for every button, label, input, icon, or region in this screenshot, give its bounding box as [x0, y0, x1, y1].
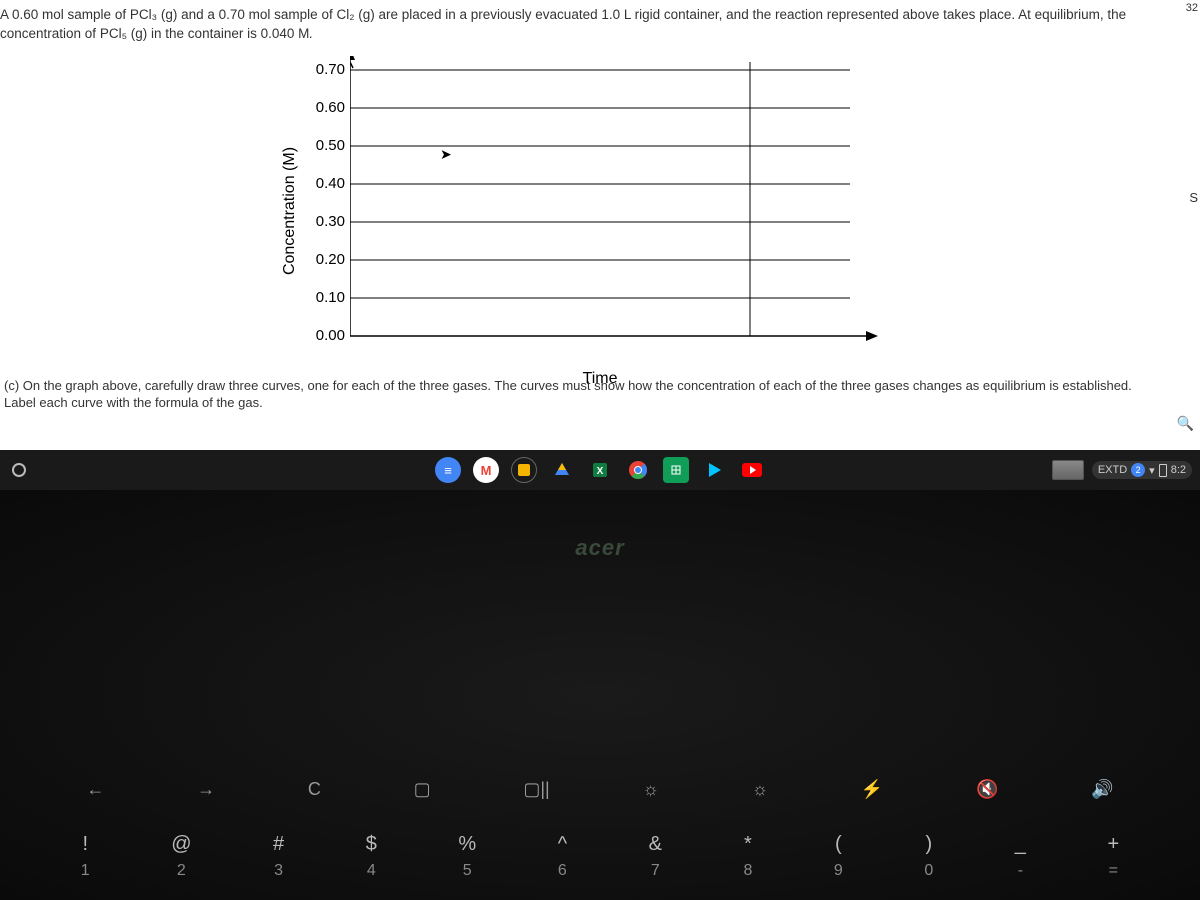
- problem-statement: A 0.60 mol sample of PCl₃ (g) and a 0.70…: [0, 0, 1200, 46]
- system-tray[interactable]: EXTD 2 ▾ 8:2: [1052, 460, 1192, 480]
- key-minus[interactable]: _-: [1015, 833, 1026, 880]
- display-mode-badge: EXTD 2 ▾ 8:2: [1092, 461, 1192, 479]
- worksheet-content: 32 A 0.60 mol sample of PCl₃ (g) and a 0…: [0, 0, 1200, 450]
- excel-app-icon[interactable]: X: [587, 457, 613, 483]
- wifi-icon: ▾: [1149, 464, 1155, 477]
- chrome-app-icon[interactable]: [625, 457, 651, 483]
- function-key-row: ← → C ▢ ▢|| ☼ ☼ ⚡ 🔇 🔊: [0, 779, 1200, 800]
- cursor-icon: ➤: [440, 146, 452, 163]
- key-3[interactable]: #3: [273, 833, 284, 880]
- ytick-4: 0.30: [305, 213, 345, 230]
- key-7[interactable]: &7: [649, 833, 662, 880]
- docs-app-icon[interactable]: ≡: [435, 457, 461, 483]
- ytick-6: 0.10: [305, 289, 345, 306]
- shelf-apps: ≡ M X: [435, 457, 765, 483]
- key-4[interactable]: $4: [366, 833, 377, 880]
- notification-count: 2: [1131, 463, 1145, 477]
- overview-key[interactable]: ▢||: [523, 779, 549, 800]
- number-key-row: !1 @2 #3 $4 %5 ^6 &7 *8 (9 )0 _- +=: [0, 833, 1200, 880]
- volume-down-key[interactable]: 🔇: [976, 779, 998, 800]
- key-6[interactable]: ^6: [558, 833, 567, 880]
- ytick-1: 0.60: [305, 99, 345, 116]
- ytick-2: 0.50: [305, 137, 345, 154]
- key-2[interactable]: @2: [171, 833, 191, 880]
- play-app-icon[interactable]: [701, 457, 727, 483]
- brightness-down-key[interactable]: ☼: [642, 779, 659, 800]
- ytick-5: 0.20: [305, 251, 345, 268]
- chromeos-shelf: ≡ M X EXTD 2 ▾ 8:2: [0, 450, 1200, 490]
- chart-axes: [350, 56, 880, 356]
- key-0[interactable]: )0: [924, 833, 933, 880]
- key-1[interactable]: !1: [81, 833, 90, 880]
- youtube-app-icon[interactable]: [739, 457, 765, 483]
- launcher-button[interactable]: [0, 451, 38, 489]
- concentration-chart: Concentration (M) Time 0.70 0.60 0.50 0.…: [300, 56, 900, 366]
- brightness-up-key[interactable]: ☼: [752, 779, 769, 800]
- back-key[interactable]: ←: [86, 779, 104, 800]
- clock: 8:2: [1171, 464, 1186, 476]
- battery-icon: [1159, 464, 1167, 477]
- drive-app-icon[interactable]: [549, 457, 575, 483]
- key-8[interactable]: *8: [743, 833, 752, 880]
- page-number: 32: [1186, 2, 1198, 14]
- side-label: S: [1189, 190, 1198, 205]
- gmail-app-icon[interactable]: M: [473, 457, 499, 483]
- mute-key[interactable]: ⚡: [861, 779, 883, 800]
- key-equals[interactable]: +=: [1107, 833, 1119, 880]
- laptop-chassis: acer ← → C ▢ ▢|| ☼ ☼ ⚡ 🔇 🔊 !1 @2 #3 $4 %…: [0, 490, 1200, 900]
- fullscreen-key[interactable]: ▢: [414, 779, 431, 800]
- x-axis-label: Time: [583, 370, 618, 388]
- svg-text:X: X: [597, 466, 604, 477]
- brand-logo: acer: [575, 535, 624, 561]
- keyboard-icon: [1052, 460, 1084, 480]
- ytick-0: 0.70: [305, 61, 345, 78]
- launcher-icon: [12, 463, 26, 477]
- forward-key[interactable]: →: [197, 779, 215, 800]
- key-9[interactable]: (9: [834, 833, 843, 880]
- y-axis-label: Concentration (M): [281, 147, 299, 275]
- sheets-app-icon[interactable]: [663, 457, 689, 483]
- zoom-icon[interactable]: 🔍: [1177, 415, 1194, 432]
- ytick-7: 0.00: [305, 327, 345, 344]
- slides-app-icon[interactable]: [511, 457, 537, 483]
- key-5[interactable]: %5: [458, 833, 476, 880]
- ytick-3: 0.40: [305, 175, 345, 192]
- refresh-key[interactable]: C: [308, 779, 321, 800]
- volume-up-key[interactable]: 🔊: [1091, 779, 1113, 800]
